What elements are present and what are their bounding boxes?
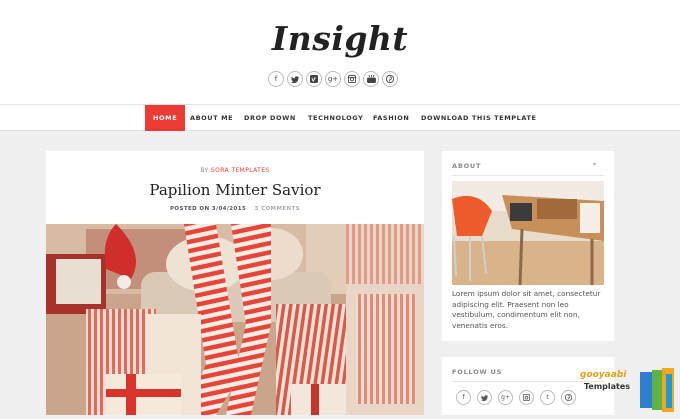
instagram-icon[interactable]	[344, 71, 360, 87]
about-widget: ABOUT ▾ Lorem ipsum dolor sit amet, cons…	[442, 151, 614, 341]
about-image	[452, 181, 604, 285]
google-plus-icon[interactable]: g+	[325, 71, 341, 87]
pinterest-icon[interactable]	[382, 71, 398, 87]
divider	[452, 175, 604, 176]
site-title[interactable]: Insight	[0, 19, 680, 58]
youtube-icon[interactable]	[363, 71, 379, 87]
collapse-arrow-icon[interactable]: ▾	[593, 161, 596, 168]
post-author-link[interactable]: SORA TEMPLATES	[211, 167, 270, 174]
about-text: Lorem ipsum dolor sit amet, consectetur …	[452, 289, 601, 330]
tumblr-icon[interactable]: t	[540, 390, 555, 405]
post-card: BY SORA TEMPLATES Papilion Minter Savior…	[46, 151, 424, 415]
nav-item-technology[interactable]: TECHNOLOGY	[308, 105, 363, 131]
post-byline: BY SORA TEMPLATES	[46, 167, 424, 174]
site-header: Insight f g+	[0, 0, 680, 104]
watermark-line1: gooyaabi	[580, 370, 627, 380]
nav-item-home[interactable]: HOME	[145, 105, 186, 131]
vimeo-icon[interactable]	[306, 71, 322, 87]
facebook-icon[interactable]: f	[456, 390, 471, 405]
about-widget-title: ABOUT	[452, 162, 482, 170]
post-comments-link[interactable]: 3 COMMENTS	[255, 206, 300, 212]
nav-item-fashion[interactable]: FASHION	[373, 105, 409, 131]
social-icons: f g+	[268, 71, 398, 87]
instagram-icon[interactable]	[519, 390, 534, 405]
post-featured-image[interactable]	[46, 224, 424, 415]
post-title[interactable]: Papilion Minter Savior	[46, 181, 424, 199]
post-meta: POSTED ON 3/04/2015 3 COMMENTS	[46, 206, 424, 212]
nav-item-about-me[interactable]: ABOUT ME	[190, 105, 233, 131]
main-nav: HOME ABOUT ME DROP DOWN TECHNOLOGY FASHI…	[0, 104, 680, 131]
byline-by: BY	[200, 167, 209, 174]
twitter-icon[interactable]	[477, 390, 492, 405]
watermark-line2: Templates	[584, 382, 631, 391]
nav-item-drop-down[interactable]: DROP DOWN	[244, 105, 296, 131]
facebook-icon[interactable]: f	[268, 71, 284, 87]
follow-widget-title: FOLLOW US	[452, 368, 503, 376]
google-plus-icon[interactable]: g+	[498, 390, 513, 405]
pinterest-icon[interactable]	[561, 390, 576, 405]
twitter-icon[interactable]	[287, 71, 303, 87]
watermark-logo: gooyaabi Templates	[580, 368, 680, 415]
post-date: POSTED ON 3/04/2015	[169, 206, 247, 212]
nav-item-download-template[interactable]: DOWNLOAD THIS TEMPLATE	[421, 105, 537, 131]
follow-icons: f g+ t	[456, 390, 576, 405]
